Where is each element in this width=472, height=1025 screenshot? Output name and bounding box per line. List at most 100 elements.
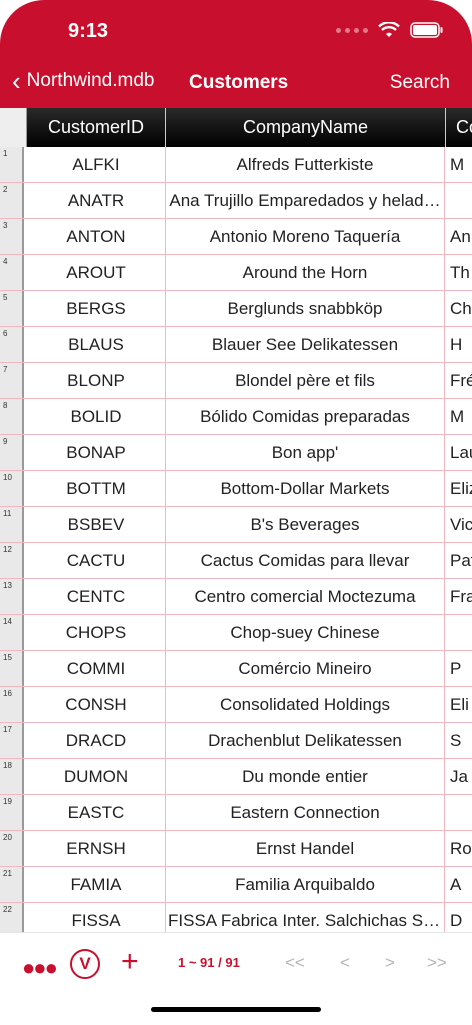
cell-contact[interactable]: Chr xyxy=(446,291,472,326)
table-row[interactable]: 16 CONSH Consolidated Holdings Eli xyxy=(0,687,472,723)
data-grid[interactable]: CustomerID CompanyName Co 1ALFKIAlfreds … xyxy=(0,108,472,932)
table-row[interactable]: 14 CHOPS Chop-suey Chinese xyxy=(0,615,472,651)
table-row[interactable]: 4 AROUT Around the Horn Th xyxy=(0,255,472,291)
cell-customerid[interactable]: COMMI xyxy=(27,651,166,686)
cell-contact[interactable]: An xyxy=(446,219,472,254)
column-header-partial[interactable]: Co xyxy=(446,108,472,147)
back-button[interactable]: ‹ Northwind.mdb xyxy=(12,68,154,94)
cell-companyname[interactable]: Bólido Comidas preparadas xyxy=(166,399,445,434)
cell-companyname[interactable]: Drachenblut Delikatessen xyxy=(166,723,445,758)
cell-customerid[interactable]: DRACD xyxy=(27,723,166,758)
cell-customerid[interactable]: BSBEV xyxy=(27,507,166,542)
cell-contact[interactable]: Eli xyxy=(446,687,472,722)
cell-companyname[interactable]: Familia Arquibaldo xyxy=(166,867,445,902)
cell-contact[interactable]: Lau xyxy=(446,435,472,470)
table-row[interactable]: 17 DRACD Drachenblut Delikatessen S xyxy=(0,723,472,759)
cell-customerid[interactable]: ANATR xyxy=(27,183,166,218)
cell-customerid[interactable]: ALFKI xyxy=(27,147,166,182)
cell-companyname[interactable]: FISSA Fabrica Inter. Salchichas S.… xyxy=(166,903,445,932)
cell-companyname[interactable]: Cactus Comidas para llevar xyxy=(166,543,445,578)
table-row[interactable]: 18 DUMON Du monde entier Ja xyxy=(0,759,472,795)
cell-customerid[interactable]: BLAUS xyxy=(27,327,166,362)
cell-companyname[interactable]: Eastern Connection xyxy=(166,795,445,830)
column-header-companyname[interactable]: CompanyName xyxy=(166,108,446,147)
cell-contact[interactable]: M xyxy=(446,399,472,434)
cell-companyname[interactable]: Du monde entier xyxy=(166,759,445,794)
ellipsis-icon[interactable]: ●●● xyxy=(22,955,58,981)
next-page-button[interactable]: > xyxy=(385,953,395,973)
cell-customerid[interactable]: BONAP xyxy=(27,435,166,470)
cell-contact[interactable]: Ja xyxy=(446,759,472,794)
table-row[interactable]: 1 ALFKI Alfreds Futterkiste M xyxy=(0,147,472,183)
home-indicator[interactable] xyxy=(151,1007,321,1012)
cell-companyname[interactable]: Bon app' xyxy=(166,435,445,470)
cell-contact[interactable]: Fré xyxy=(446,363,472,398)
cell-customerid[interactable]: CONSH xyxy=(27,687,166,722)
table-row[interactable]: 2 ANATR Ana Trujillo Emparedados y helad… xyxy=(0,183,472,219)
table-row[interactable]: 21 FAMIA Familia Arquibaldo A xyxy=(0,867,472,903)
cell-customerid[interactable]: BOLID xyxy=(27,399,166,434)
table-row[interactable]: 20 ERNSH Ernst Handel Ro xyxy=(0,831,472,867)
table-row[interactable]: 13 CENTC Centro comercial Moctezuma Fra xyxy=(0,579,472,615)
cell-companyname[interactable]: Centro comercial Moctezuma xyxy=(166,579,445,614)
cell-contact[interactable] xyxy=(446,795,472,830)
last-page-button[interactable]: >> xyxy=(427,953,447,973)
cell-customerid[interactable]: CACTU xyxy=(27,543,166,578)
cell-customerid[interactable]: FISSA xyxy=(27,903,166,932)
cell-companyname[interactable]: Chop-suey Chinese xyxy=(166,615,445,650)
cell-customerid[interactable]: BERGS xyxy=(27,291,166,326)
cell-companyname[interactable]: Ernst Handel xyxy=(166,831,445,866)
table-row[interactable]: 9BONAPBon app'Lau xyxy=(0,435,472,471)
cell-customerid[interactable]: EASTC xyxy=(27,795,166,830)
cell-companyname[interactable]: Antonio Moreno Taquería xyxy=(166,219,445,254)
prev-page-button[interactable]: < xyxy=(340,953,350,973)
search-button[interactable]: Search xyxy=(390,72,450,94)
cell-companyname[interactable]: Blauer See Delikatessen xyxy=(166,327,445,362)
cell-companyname[interactable]: Bottom-Dollar Markets xyxy=(166,471,445,506)
cell-companyname[interactable]: B's Beverages xyxy=(166,507,445,542)
cell-contact[interactable] xyxy=(446,183,472,218)
table-row[interactable]: 11 BSBEV B's Beverages Vic xyxy=(0,507,472,543)
cell-contact[interactable]: M xyxy=(446,147,472,182)
cell-customerid[interactable]: ANTON xyxy=(27,219,166,254)
cell-companyname[interactable]: Comércio Mineiro xyxy=(166,651,445,686)
cell-contact[interactable]: D xyxy=(446,903,472,932)
cell-companyname[interactable]: Berglunds snabbköp xyxy=(166,291,445,326)
cell-customerid[interactable]: CENTC xyxy=(27,579,166,614)
cell-contact[interactable]: A xyxy=(446,867,472,902)
table-row[interactable]: 7 BLONP Blondel père et fils Fré xyxy=(0,363,472,399)
cell-contact[interactable]: Vic xyxy=(446,507,472,542)
cell-customerid[interactable]: ERNSH xyxy=(27,831,166,866)
cell-companyname[interactable]: Blondel père et fils xyxy=(166,363,445,398)
table-row[interactable]: 6 BLAUS Blauer See Delikatessen H xyxy=(0,327,472,363)
cell-contact[interactable]: Pat xyxy=(446,543,472,578)
table-row[interactable]: 5BERGSBerglunds snabbköpChr xyxy=(0,291,472,327)
plus-icon[interactable]: + xyxy=(121,945,139,979)
cell-companyname[interactable]: Alfreds Futterkiste xyxy=(166,147,445,182)
table-row[interactable]: 12CACTUCactus Comidas para llevarPat xyxy=(0,543,472,579)
cell-customerid[interactable]: BLONP xyxy=(27,363,166,398)
cell-customerid[interactable]: FAMIA xyxy=(27,867,166,902)
table-row[interactable]: 10BOTTMBottom-Dollar MarketsEliz xyxy=(0,471,472,507)
column-header-customerid[interactable]: CustomerID xyxy=(27,108,166,147)
table-row[interactable]: 19 EASTC Eastern Connection xyxy=(0,795,472,831)
table-row[interactable]: 3 ANTON Antonio Moreno Taquería An xyxy=(0,219,472,255)
first-page-button[interactable]: << xyxy=(285,953,305,973)
cell-contact[interactable]: Ro xyxy=(446,831,472,866)
cell-contact[interactable]: P xyxy=(446,651,472,686)
v-button[interactable]: V xyxy=(70,949,100,979)
table-row[interactable]: 15 COMMI Comércio Mineiro P xyxy=(0,651,472,687)
cell-contact[interactable]: Th xyxy=(446,255,472,290)
cell-companyname[interactable]: Around the Horn xyxy=(166,255,445,290)
cell-customerid[interactable]: BOTTM xyxy=(27,471,166,506)
cell-companyname[interactable]: Consolidated Holdings xyxy=(166,687,445,722)
cell-contact[interactable]: Eliz xyxy=(446,471,472,506)
cell-customerid[interactable]: DUMON xyxy=(27,759,166,794)
cell-companyname[interactable]: Ana Trujillo Emparedados y helad… xyxy=(166,183,445,218)
cell-customerid[interactable]: AROUT xyxy=(27,255,166,290)
cell-contact[interactable]: S xyxy=(446,723,472,758)
cell-contact[interactable]: H xyxy=(446,327,472,362)
cell-contact[interactable] xyxy=(446,615,472,650)
table-row[interactable]: 8 BOLID Bólido Comidas preparadas M xyxy=(0,399,472,435)
table-row[interactable]: 22 FISSA FISSA Fabrica Inter. Salchichas S… xyxy=(0,903,472,932)
